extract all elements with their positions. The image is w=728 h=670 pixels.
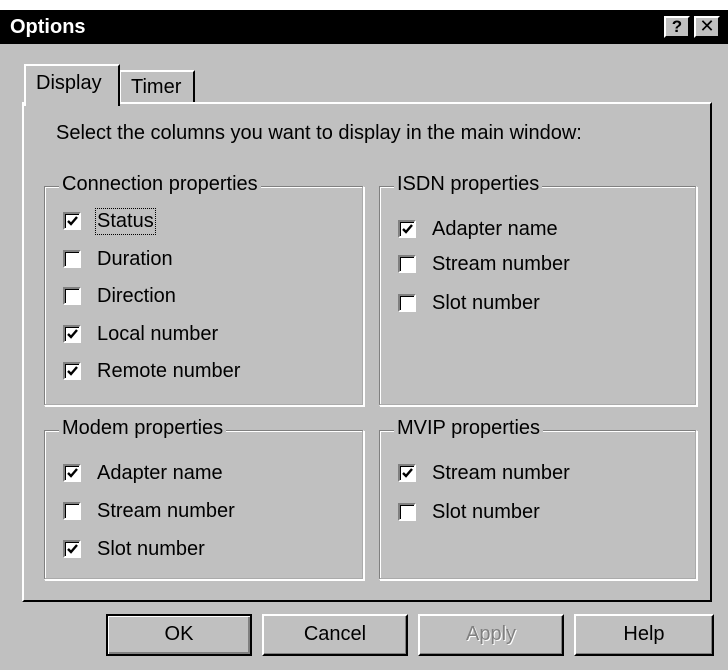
checkbox-box[interactable] [63,212,81,230]
group-title: Connection properties [59,173,261,196]
options-dialog: Options ? ✕ Timer Display Select the col… [0,0,728,670]
checkbox-label: Adapter name [97,461,223,484]
checkbox-box[interactable] [63,502,81,520]
checkbox-remote-number[interactable]: Remote number [63,359,240,383]
tab-display-label: Display [36,72,102,94]
check-icon [67,216,78,226]
checkbox-label: Stream number [432,252,570,275]
title-bar[interactable]: Options ? ✕ [0,10,728,44]
modem-properties-group: Modem properties Adapter name Stream num… [44,417,364,580]
check-icon [67,366,78,376]
checkbox-status[interactable]: Status [63,207,156,235]
checkbox-direction[interactable]: Direction [63,284,176,308]
checkbox-label: Stream number [432,461,570,484]
checkbox-box[interactable] [63,362,81,380]
group-title: Modem properties [59,417,227,440]
checkbox-box[interactable] [63,250,81,268]
checkbox-isdn-adapter-name[interactable]: Adapter name [398,217,558,241]
check-icon [67,544,78,554]
checkbox-box[interactable] [398,294,416,312]
checkbox-modem-adapter-name[interactable]: Adapter name [63,461,223,485]
checkbox-local-number[interactable]: Local number [63,322,218,346]
checkbox-label: Stream number [97,499,235,522]
checkbox-mvip-slot-number[interactable]: Slot number [398,500,540,524]
checkbox-isdn-slot-number[interactable]: Slot number [398,291,540,315]
ok-button[interactable]: OK [106,614,252,656]
instruction-text: Select the columns you want to display i… [56,122,582,144]
display-tab-panel: Select the columns you want to display i… [22,102,712,602]
checkbox-box[interactable] [63,325,81,343]
check-icon [402,224,413,234]
check-icon [402,468,413,478]
checkbox-label: Duration [97,247,173,270]
cancel-button[interactable]: Cancel [262,614,408,656]
checkbox-label: Slot number [432,500,540,523]
tab-timer-label: Timer [131,76,182,98]
checkbox-label: Slot number [432,291,540,314]
checkbox-label: Direction [97,284,176,307]
checkbox-box[interactable] [63,287,81,305]
checkbox-isdn-stream-number[interactable]: Stream number [398,252,570,276]
checkbox-label: Remote number [97,359,241,382]
help-button[interactable]: Help [574,614,714,656]
checkbox-box[interactable] [63,540,81,558]
apply-button[interactable]: Apply [418,614,564,656]
checkbox-box[interactable] [398,503,416,521]
connection-properties-group: Connection properties Status Duration Di… [44,173,364,406]
group-title: MVIP properties [394,417,544,440]
check-icon [67,329,78,339]
checkbox-duration[interactable]: Duration [63,247,173,271]
checkbox-mvip-stream-number[interactable]: Stream number [398,461,570,485]
checkbox-label: Adapter name [432,217,558,240]
help-question-button[interactable]: ? [664,16,690,38]
checkbox-label: Status [95,207,156,235]
checkbox-box[interactable] [398,220,416,238]
checkbox-box[interactable] [63,464,81,482]
mvip-properties-group: MVIP properties Stream number Slot numbe… [379,417,697,580]
group-title: ISDN properties [394,173,543,196]
checkbox-modem-slot-number[interactable]: Slot number [63,537,205,561]
checkbox-label: Local number [97,322,219,345]
checkbox-box[interactable] [398,464,416,482]
isdn-properties-group: ISDN properties Adapter name Stream numb… [379,173,697,406]
checkbox-box[interactable] [398,255,416,273]
checkbox-label: Slot number [97,537,205,560]
tab-timer[interactable]: Timer [119,70,195,104]
checkbox-modem-stream-number[interactable]: Stream number [63,499,235,523]
window-title: Options [10,16,86,38]
check-icon [67,468,78,478]
top-margin [0,0,728,10]
tab-display[interactable]: Display [24,64,120,106]
close-button[interactable]: ✕ [694,16,720,38]
